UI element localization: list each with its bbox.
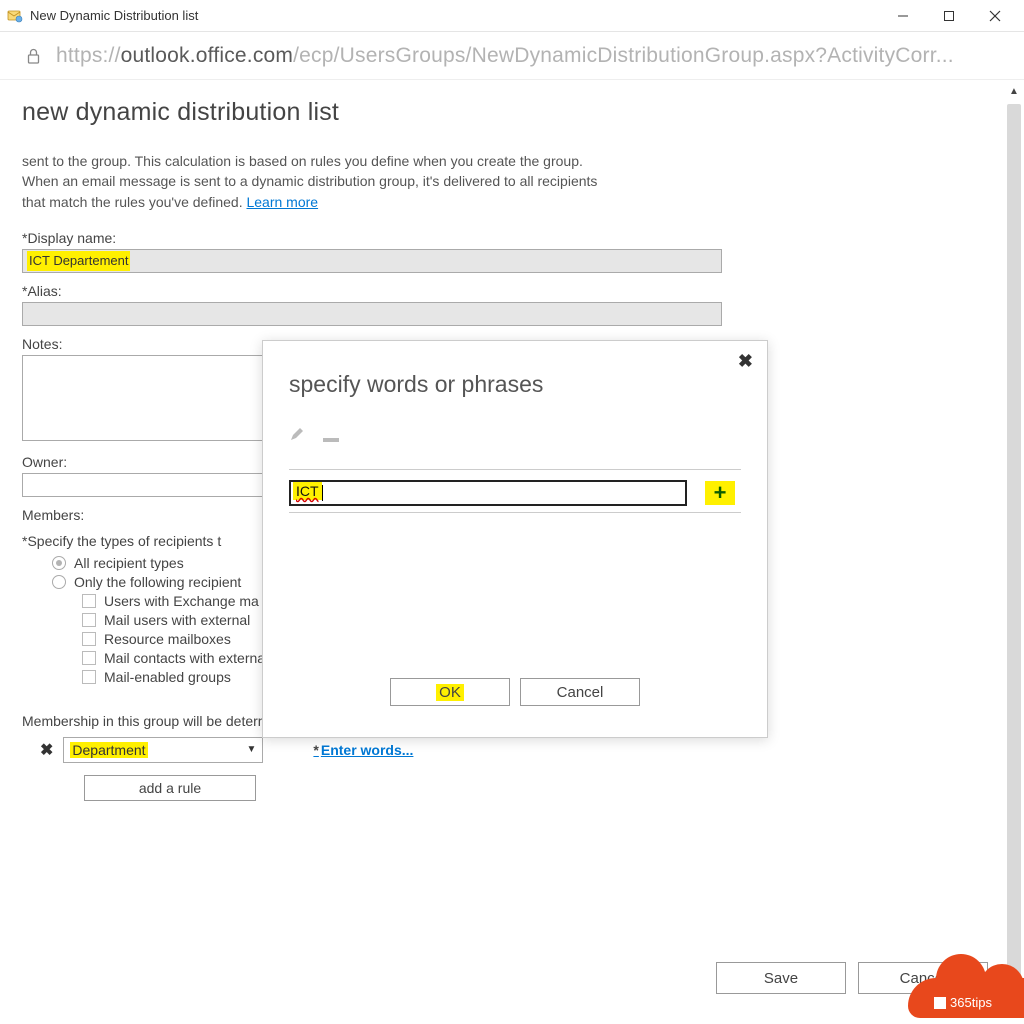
intro-text: sent to the group. This calculation is b…	[22, 151, 980, 212]
address-bar: https://outlook.office.com/ecp/UsersGrou…	[0, 32, 1024, 80]
add-word-button[interactable]: +	[705, 481, 735, 505]
maximize-button[interactable]	[926, 1, 972, 31]
checkbox-icon	[82, 594, 96, 608]
checkbox-icon	[82, 651, 96, 665]
display-name-label: *Display name:	[22, 230, 980, 246]
add-rule-button[interactable]: add a rule	[84, 775, 256, 801]
intro-line-2: When an email message is sent to a dynam…	[22, 173, 597, 189]
remove-icon[interactable]	[323, 426, 339, 447]
alias-input[interactable]	[22, 302, 722, 326]
scroll-thumb[interactable]	[1007, 104, 1021, 1000]
cb-label: Mail-enabled groups	[104, 669, 231, 685]
rule-attribute-select[interactable]: Department ▼	[63, 737, 263, 763]
chevron-down-icon: ▼	[247, 744, 257, 755]
vertical-scrollbar[interactable]: ▲	[1004, 80, 1024, 1024]
window-title: New Dynamic Distribution list	[30, 8, 880, 23]
dialog-title: specify words or phrases	[289, 371, 741, 398]
word-input[interactable]: ICT	[289, 480, 687, 506]
url-text[interactable]: https://outlook.office.com/ecp/UsersGrou…	[56, 44, 1010, 68]
checkbox-icon	[82, 613, 96, 627]
remove-rule-icon[interactable]: ✖	[40, 740, 53, 760]
window-titlebar: New Dynamic Distribution list	[0, 0, 1024, 32]
alias-label: *Alias:	[22, 283, 980, 299]
page-title: new dynamic distribution list	[22, 98, 980, 127]
cb-label: Users with Exchange ma	[104, 593, 259, 609]
dialog-ok-button[interactable]: OK	[390, 678, 510, 706]
radio-icon	[52, 556, 66, 570]
minimize-button[interactable]	[880, 1, 926, 31]
radio-all-label: All recipient types	[74, 555, 184, 571]
cb-label: Mail users with external	[104, 612, 250, 628]
word-input-value: ICT	[293, 482, 322, 500]
learn-more-link[interactable]: Learn more	[246, 194, 318, 210]
display-name-value: ICT Departement	[27, 251, 130, 271]
enter-words-link[interactable]: Enter words...	[313, 742, 413, 758]
words-list	[289, 512, 741, 672]
specify-words-dialog: ✖ specify words or phrases ICT + OK Canc…	[262, 340, 768, 738]
intro-line-3: that match the rules you've defined.	[22, 194, 246, 210]
checkbox-icon	[82, 670, 96, 684]
lock-icon	[24, 47, 42, 65]
radio-icon	[52, 575, 66, 589]
edit-icon[interactable]	[289, 426, 305, 447]
save-button[interactable]: Save	[716, 962, 846, 994]
watermark-badge: 365tips	[908, 950, 1024, 1018]
radio-only-label: Only the following recipient	[74, 574, 241, 590]
dialog-close-icon[interactable]: ✖	[738, 351, 753, 372]
intro-line-1: sent to the group. This calculation is b…	[22, 153, 583, 169]
scroll-up-icon[interactable]: ▲	[1004, 86, 1024, 97]
app-icon	[6, 7, 24, 25]
ok-label: OK	[436, 684, 464, 701]
checkbox-icon	[82, 632, 96, 646]
dialog-cancel-button[interactable]: Cancel	[520, 678, 640, 706]
watermark-text: 365tips	[950, 995, 992, 1010]
display-name-input[interactable]: ICT Departement	[22, 249, 722, 273]
rule-select-value: Department	[70, 742, 147, 758]
office-logo-icon	[934, 997, 946, 1009]
cb-label: Resource mailboxes	[104, 631, 231, 647]
close-button[interactable]	[972, 1, 1018, 31]
